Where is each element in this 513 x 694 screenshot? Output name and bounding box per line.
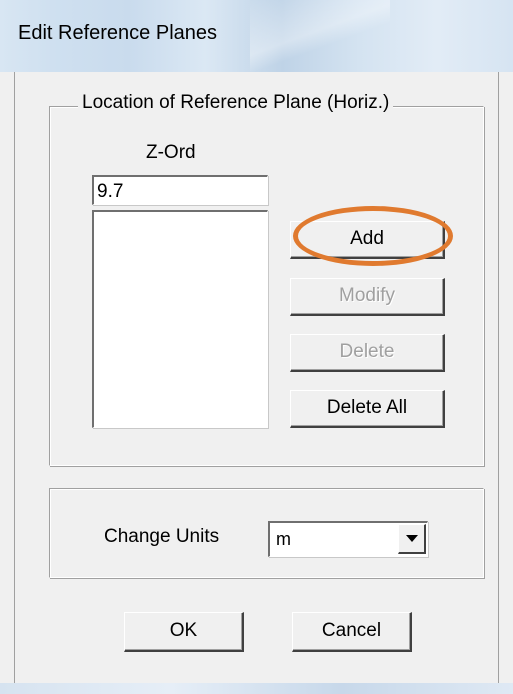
dialog-title: Edit Reference Planes: [18, 22, 218, 44]
zord-input[interactable]: [92, 175, 268, 205]
zord-list[interactable]: [92, 210, 268, 428]
delete-all-button[interactable]: Delete All: [290, 390, 445, 428]
cancel-button[interactable]: Cancel: [292, 612, 412, 652]
ok-button[interactable]: OK: [124, 612, 244, 652]
window-bottom-edge: [0, 683, 513, 694]
location-group-legend: Location of Reference Plane (Horiz.): [78, 92, 394, 114]
units-select[interactable]: m: [268, 521, 428, 557]
delete-button[interactable]: Delete: [290, 334, 445, 372]
chevron-down-icon[interactable]: [398, 524, 426, 554]
title-bar[interactable]: Edit Reference Planes: [0, 0, 513, 72]
edit-reference-planes-dialog: Edit Reference Planes Location of Refere…: [0, 0, 513, 694]
modify-button[interactable]: Modify: [290, 278, 445, 316]
units-select-value: m: [276, 529, 291, 549]
zord-label: Z-Ord: [146, 142, 196, 163]
change-units-label: Change Units: [104, 526, 220, 547]
add-button[interactable]: Add: [290, 221, 445, 259]
